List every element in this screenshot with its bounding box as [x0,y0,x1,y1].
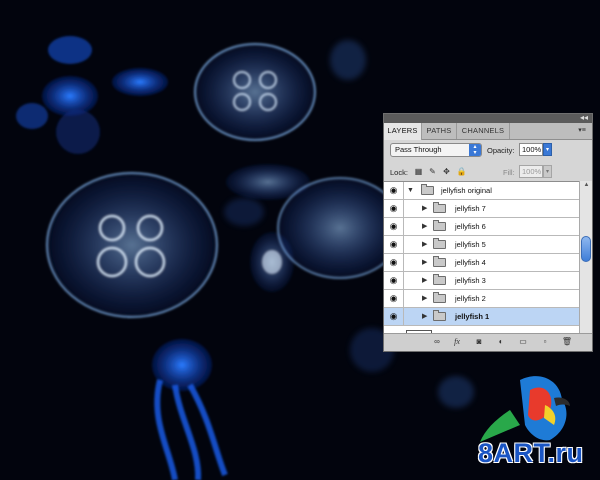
folder-icon [421,184,434,195]
panel-menu-icon[interactable]: ▾≡ [575,125,589,136]
group-icon[interactable]: ▭ [516,336,530,348]
select-arrows-icon: ▴ ▾ [469,144,481,156]
collapse-triangle-icon[interactable]: ▶ [422,254,427,271]
layer-row[interactable]: ◉ ▶ jellyfish 5 [384,236,579,254]
layers-panel: ◂◂ LAYERS PATHS CHANNELS ▾≡ Pass Through… [383,113,593,352]
adjustment-icon[interactable]: ◐ [494,336,508,348]
jellyfish-large [46,172,218,318]
lock-image-icon[interactable]: ✎ [427,166,438,177]
lock-position-icon[interactable]: ✥ [441,166,452,177]
folder-icon [433,310,446,321]
layer-row-selected[interactable]: ◉ ▶ jellyfish 1 [384,308,579,326]
visibility-eye-icon[interactable]: ◉ [384,182,404,199]
layer-row-group-original[interactable]: ◉ ▼ jellyfish original [384,182,579,200]
blend-mode-select[interactable]: Pass Through ▴ ▾ [390,143,482,157]
folder-icon [433,292,446,303]
layer-name: jellyfish 3 [455,276,486,285]
lock-transparent-icon[interactable]: ▦ [413,166,424,177]
collapse-triangle-icon[interactable]: ▶ [422,218,427,235]
visibility-eye-icon[interactable]: ◉ [384,200,404,217]
collapse-triangle-icon[interactable]: ▶ [422,272,427,289]
folder-icon [433,238,446,249]
layer-row[interactable]: ◉ ▶ jellyfish 2 [384,290,579,308]
layer-list-scrollbar[interactable]: ▲ [579,181,592,333]
layer-name: jellyfish 7 [455,204,486,213]
panel-tabs: LAYERS PATHS CHANNELS ▾≡ [384,123,592,140]
lock-label: Lock: [390,168,408,177]
trash-icon[interactable]: 🗑 [560,336,574,348]
collapse-icon[interactable]: ◂◂ [580,113,588,122]
jellyfish-top [194,43,316,141]
tab-paths[interactable]: PATHS [422,123,457,139]
scroll-thumb[interactable] [581,236,591,262]
watermark-text: 8ART.ru [478,438,584,468]
fill-input[interactable]: 100% [519,165,543,178]
layer-row[interactable]: ◉ ▶ jellyfish 7 [384,200,579,218]
layer-name: jellyfish original [441,186,492,195]
panel-title-bar[interactable]: ◂◂ [384,113,592,123]
collapse-triangle-icon[interactable]: ▶ [422,200,427,217]
layer-name: jellyfish 1 [455,312,490,321]
fill-dropdown-icon[interactable]: ▾ [543,165,552,178]
link-icon[interactable]: ∞ [430,336,444,348]
opacity-label: Opacity: [487,146,515,155]
visibility-eye-icon[interactable]: ◉ [384,236,404,253]
visibility-eye-icon[interactable]: ◉ [384,272,404,289]
scroll-up-icon[interactable]: ▲ [582,182,591,188]
collapse-triangle-icon[interactable]: ▶ [422,308,427,325]
fill-label: Fill: [503,168,515,177]
folder-icon [433,202,446,213]
mask-icon[interactable]: ◙ [472,336,486,348]
tab-layers[interactable]: LAYERS [384,123,422,140]
expand-triangle-icon[interactable]: ▼ [407,182,414,199]
opacity-dropdown-icon[interactable]: ▾ [543,143,552,156]
blend-mode-value: Pass Through [395,145,442,154]
tab-channels[interactable]: CHANNELS [457,123,510,139]
lock-all-icon[interactable]: 🔒 [456,166,467,177]
layer-name: jellyfish 6 [455,222,486,231]
collapse-triangle-icon[interactable]: ▶ [422,236,427,253]
layer-list: ◉ ▼ jellyfish original ◉ ▶ jellyfish 7 ◉… [384,181,579,334]
layer-row[interactable]: ◉ ▶ jellyfish 6 [384,218,579,236]
visibility-eye-icon[interactable]: ◉ [384,218,404,235]
fx-icon[interactable]: fx [450,336,464,348]
layer-row[interactable]: ◉ ▶ jellyfish 4 [384,254,579,272]
visibility-eye-icon[interactable]: ◉ [384,308,404,325]
folder-icon [433,220,446,231]
new-layer-icon[interactable]: ▫ [538,336,552,348]
opacity-input[interactable]: 100% [519,143,543,156]
visibility-eye-icon[interactable]: ◉ [384,254,404,271]
folder-icon [433,274,446,285]
layer-name: jellyfish 5 [455,240,486,249]
layer-name: jellyfish 2 [455,294,486,303]
layer-row[interactable]: ◉ ▶ jellyfish 3 [384,272,579,290]
collapse-triangle-icon[interactable]: ▶ [422,290,427,307]
visibility-eye-icon[interactable]: ◉ [384,290,404,307]
layer-name: jellyfish 4 [455,258,486,267]
panel-bottom-toolbar: ∞ fx ◙ ◐ ▭ ▫ 🗑 [384,333,592,351]
folder-icon [433,256,446,267]
